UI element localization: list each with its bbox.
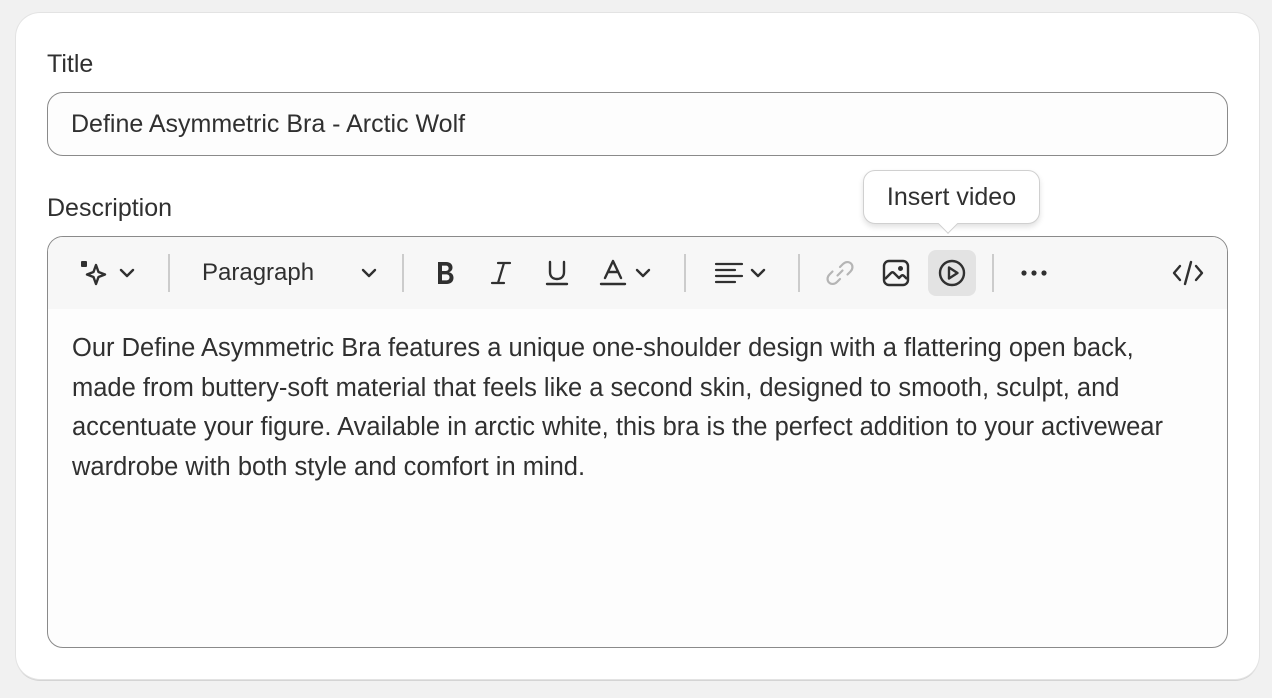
text-color-icon (598, 258, 628, 288)
editor-toolbar: Paragraph (48, 237, 1227, 309)
chevron-down-icon (634, 264, 652, 282)
bold-icon (430, 258, 460, 288)
text-color-button[interactable] (592, 250, 658, 296)
description-label: Description (47, 194, 173, 222)
more-horizontal-icon (1018, 257, 1050, 289)
italic-icon (486, 258, 516, 288)
format-select[interactable]: Paragraph (190, 250, 390, 296)
title-label: Title (47, 50, 94, 78)
alignment-button[interactable] (704, 250, 776, 296)
toolbar-divider (168, 254, 170, 292)
link-icon (824, 257, 856, 289)
chevron-down-icon (118, 264, 136, 282)
more-options-button[interactable] (1010, 250, 1058, 296)
ai-generate-button[interactable] (66, 250, 146, 296)
title-input[interactable] (47, 92, 1228, 156)
insert-link-button[interactable] (816, 250, 864, 296)
chevron-down-icon (749, 264, 767, 282)
sparkle-icon (76, 256, 110, 290)
insert-image-button[interactable] (872, 250, 920, 296)
code-icon (1171, 258, 1205, 288)
toolbar-divider (798, 254, 800, 292)
image-icon (880, 257, 912, 289)
description-text[interactable]: Our Define Asymmetric Bra features a uni… (72, 329, 1192, 487)
show-html-button[interactable] (1164, 250, 1212, 296)
underline-button[interactable] (534, 250, 580, 296)
insert-video-button[interactable] (928, 250, 976, 296)
tooltip-text: Insert video (886, 182, 1017, 211)
underline-icon (542, 258, 572, 288)
chevron-down-icon (360, 264, 378, 282)
italic-button[interactable] (478, 250, 524, 296)
play-circle-icon (936, 257, 968, 289)
format-select-value: Paragraph (202, 259, 315, 286)
description-editor: Paragraph Our Define Asymmetric Bra feat… (47, 236, 1228, 648)
align-left-icon (713, 258, 745, 288)
product-details-card: Title Description Paragraph (16, 13, 1259, 679)
toolbar-divider (402, 254, 404, 292)
bold-button[interactable] (422, 250, 468, 296)
toolbar-divider (992, 254, 994, 292)
insert-video-tooltip: Insert video (863, 170, 1040, 224)
toolbar-divider (684, 254, 686, 292)
